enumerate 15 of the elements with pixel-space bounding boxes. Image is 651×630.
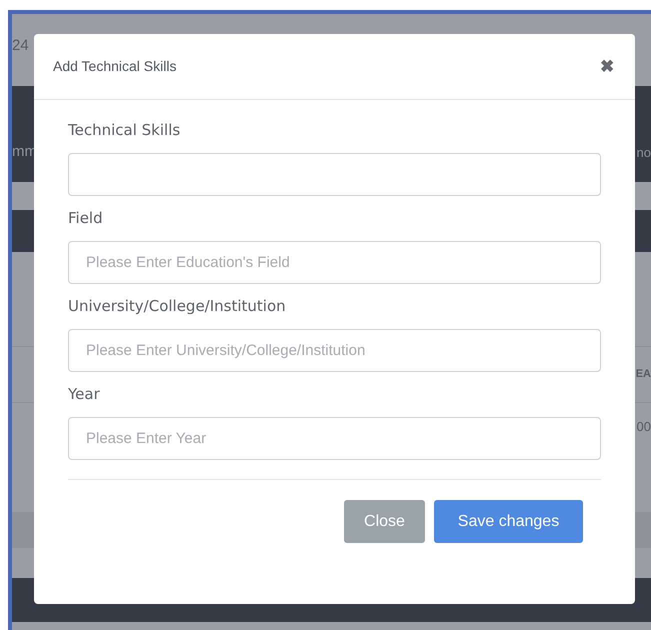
field-label: Year bbox=[68, 385, 101, 403]
background-text: 24 bbox=[12, 38, 29, 53]
field-label: Technical Skills bbox=[68, 121, 182, 139]
background-text: EA bbox=[636, 369, 651, 380]
input-field[interactable]: Please Enter Education's Field bbox=[68, 241, 601, 284]
input-field[interactable]: Please Enter Year bbox=[68, 417, 601, 460]
background-text: 00 bbox=[636, 420, 651, 433]
input-field[interactable] bbox=[68, 153, 601, 196]
field-label: Field bbox=[68, 209, 104, 227]
close-button[interactable]: Close bbox=[344, 500, 425, 543]
field-label: University/College/Institution bbox=[68, 297, 287, 315]
input-field[interactable]: Please Enter University/College/Institution bbox=[68, 329, 601, 372]
save-button[interactable]: Save changes bbox=[434, 500, 583, 543]
modal-title: Add Technical Skills bbox=[53, 57, 176, 76]
background-text: no bbox=[636, 146, 651, 159]
